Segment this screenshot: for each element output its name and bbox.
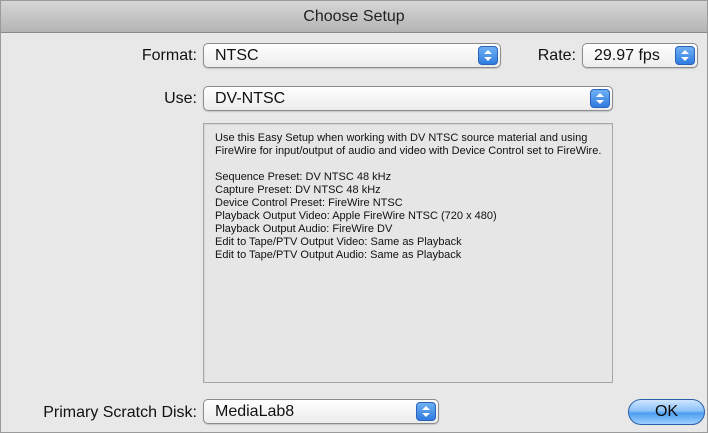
format-value: NTSC — [215, 47, 259, 64]
rate-popup-arrows-icon — [675, 46, 695, 65]
use-label: Use: — [164, 90, 197, 107]
scratch-disk-value: MediaLab8 — [215, 403, 295, 420]
description-detail-line: Playback Output Audio: FireWire DV — [215, 223, 393, 235]
choose-setup-dialog: Choose Setup Format: NTSC Rate: 29.97 fp… — [0, 0, 708, 433]
rate-label: Rate: — [537, 47, 576, 64]
scratch-disk-popup-arrows-icon — [416, 402, 436, 421]
description-detail-line: Sequence Preset: DV NTSC 48 kHz — [215, 171, 392, 183]
use-popup[interactable]: DV-NTSC — [203, 86, 613, 111]
window-title: Choose Setup — [1, 1, 707, 33]
description-detail-line: Edit to Tape/PTV Output Video: Same as P… — [215, 236, 462, 248]
scratch-disk-popup[interactable]: MediaLab8 — [203, 399, 439, 424]
description-spacer — [215, 158, 601, 171]
ok-button[interactable]: OK — [628, 399, 705, 425]
scratch-disk-label: Primary Scratch Disk: — [43, 404, 197, 421]
use-popup-arrows-icon — [590, 89, 610, 108]
description-detail-line: Capture Preset: DV NTSC 48 kHz — [215, 184, 381, 196]
description-detail-line: Playback Output Video: Apple FireWire NT… — [215, 210, 497, 222]
format-label: Format: — [141, 47, 197, 64]
use-value: DV-NTSC — [215, 90, 286, 107]
description-intro-line: Use this Easy Setup when working with DV… — [215, 132, 588, 144]
description-intro-line: FireWire for input/output of audio and v… — [215, 145, 602, 157]
rate-popup[interactable]: 29.97 fps — [582, 43, 698, 68]
format-popup-arrows-icon — [478, 46, 498, 65]
description-detail-line: Device Control Preset: FireWire NTSC — [215, 197, 403, 209]
description-detail-line: Edit to Tape/PTV Output Audio: Same as P… — [215, 249, 462, 261]
rate-value: 29.97 fps — [594, 47, 660, 64]
format-popup[interactable]: NTSC — [203, 43, 501, 68]
setup-description: Use this Easy Setup when working with DV… — [203, 123, 613, 383]
